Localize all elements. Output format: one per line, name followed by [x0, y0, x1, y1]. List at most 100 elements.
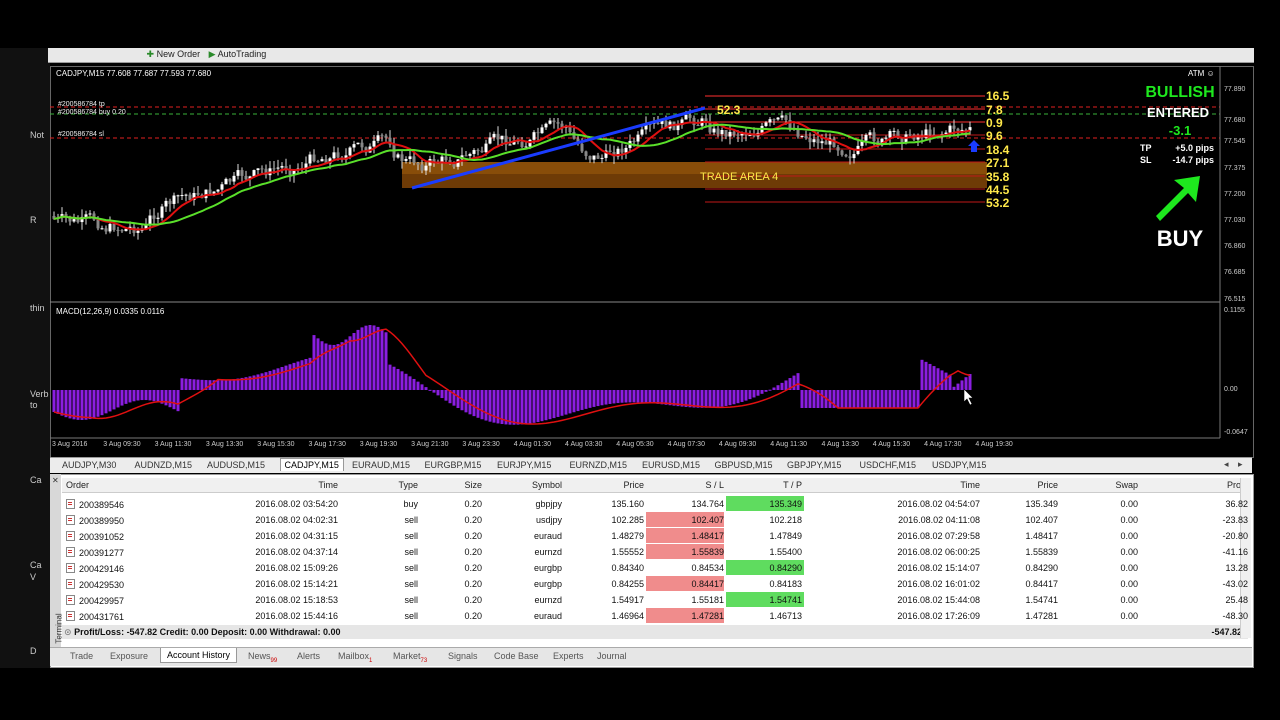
time-tick: 3 Aug 2016	[52, 441, 88, 448]
tab-label: Signals	[448, 651, 478, 661]
macd-histogram-bar	[516, 390, 520, 425]
symbol-tab[interactable]: AUDNZD,M15	[135, 460, 193, 470]
cell-text: 1.55839	[691, 547, 724, 557]
cell-text: 25.48	[1225, 595, 1248, 605]
terminal-tab[interactable]: Exposure	[110, 651, 148, 661]
autotrading-button[interactable]: ▶ AutoTrading	[209, 49, 267, 60]
cell-ctime: 2016.08.02 07:29:58	[822, 531, 980, 541]
macd-histogram-bar	[592, 390, 596, 407]
macd-histogram-bar	[164, 390, 168, 406]
column-header[interactable]: T / P	[742, 480, 802, 490]
terminal-close-icon[interactable]: ✕	[52, 476, 59, 485]
cell-symbol: euraud	[482, 531, 562, 541]
cell-profit: -20.80	[1182, 531, 1248, 541]
cell-swap: 0.00	[1072, 499, 1138, 509]
table-row[interactable]: 200429957 2016.08.02 15:18:53 sell 0.20 eurn…	[62, 592, 1248, 608]
table-row[interactable]: 200429146 2016.08.02 15:09:26 sell 0.20 eurg…	[62, 560, 1248, 576]
candle-body	[312, 154, 316, 162]
macd-histogram-bar	[548, 390, 552, 420]
column-header[interactable]: Time	[822, 480, 980, 490]
table-row[interactable]: 200389950 2016.08.02 04:02:31 sell 0.20 usdj…	[62, 512, 1248, 528]
macd-histogram-bar	[216, 380, 220, 390]
symbol-tab[interactable]: EURNZD,M15	[570, 460, 628, 470]
macd-histogram-bar	[716, 390, 720, 408]
symbol-tab[interactable]: GBPJPY,M15	[787, 460, 841, 470]
cell-swap: 0.00	[1072, 563, 1138, 573]
macd-histogram-bar	[904, 390, 908, 408]
cell-tp: 1.55400	[742, 547, 802, 557]
table-row[interactable]: 200429530 2016.08.02 15:14:21 sell 0.20 eurg…	[62, 576, 1248, 592]
macd-histogram-bar	[52, 390, 56, 412]
column-header[interactable]: Swap	[1072, 480, 1138, 490]
column-header[interactable]: Price	[992, 480, 1058, 490]
terminal-tab[interactable]: Signals	[448, 651, 478, 661]
symbol-tab[interactable]: EURUSD,M15	[642, 460, 700, 470]
macd-histogram-bar	[632, 390, 636, 403]
cell-text: -48.30	[1222, 611, 1248, 621]
terminal-tab[interactable]: Account History	[160, 648, 238, 663]
cell-symbol: usdjpy	[482, 515, 562, 525]
time-tick: 3 Aug 23:30	[462, 441, 500, 448]
candle-body	[424, 165, 428, 171]
column-header[interactable]: Symbol	[482, 480, 562, 490]
new-order-icon: ✚	[146, 49, 155, 59]
cell-text: 0.00	[1120, 579, 1138, 589]
column-header[interactable]: S / L	[662, 480, 724, 490]
terminal-tab[interactable]: Code Base	[494, 651, 539, 661]
cell-text: sell	[404, 595, 418, 605]
terminal-tab[interactable]: Journal	[597, 651, 627, 661]
macd-histogram-bar	[100, 390, 104, 416]
symbol-tab[interactable]: AUDJPY,M30	[62, 460, 116, 470]
macd-histogram-bar	[120, 390, 124, 406]
new-order-button[interactable]: ✚ New Order	[147, 49, 201, 60]
candle-body	[844, 154, 848, 157]
time-tick: 3 Aug 19:30	[359, 441, 398, 448]
column-header[interactable]: Size	[442, 480, 482, 490]
table-row[interactable]: 200391052 2016.08.02 04:31:15 sell 0.20 eura…	[62, 528, 1248, 544]
symbol-tab[interactable]: EURJPY,M15	[497, 460, 551, 470]
column-header[interactable]: Profit	[1182, 480, 1248, 490]
symbol-tab[interactable]: EURGBP,M15	[425, 460, 482, 470]
macd-histogram-bar	[792, 375, 796, 390]
macd-histogram-bar	[896, 390, 900, 408]
macd-histogram-bar	[284, 365, 288, 390]
candle-body	[272, 168, 276, 170]
macd-histogram-bar	[192, 379, 196, 390]
background-label: Not	[30, 130, 45, 140]
column-header[interactable]: Time	[182, 480, 338, 490]
terminal-tab[interactable]: Mailbox1	[338, 651, 372, 664]
symbol-tab[interactable]: AUDUSD,M15	[207, 460, 265, 470]
time-tick: 4 Aug 07:30	[667, 441, 705, 448]
table-row[interactable]: 200391277 2016.08.02 04:37:14 sell 0.20 eurn…	[62, 544, 1248, 560]
cell-order: 200391052	[66, 531, 166, 542]
atm-indicator[interactable]: ATM ☺	[1188, 69, 1215, 78]
tab-scroll-left-icon[interactable]: ◂	[1224, 459, 1229, 470]
table-row[interactable]: 200431761 2016.08.02 15:44:16 sell 0.20 eura…	[62, 608, 1248, 624]
symbol-tab[interactable]: USDJPY,M15	[932, 460, 986, 470]
terminal-tab[interactable]: Experts	[553, 651, 584, 661]
terminal-tab[interactable]: Trade	[70, 651, 93, 661]
column-header[interactable]: Price	[582, 480, 644, 490]
table-row[interactable]: 200389546 2016.08.02 03:54:20 buy 0.20 gbpjp…	[62, 496, 1248, 512]
symbol-tab[interactable]: USDCHF,M15	[860, 460, 917, 470]
candle-body	[824, 141, 828, 145]
column-header[interactable]: Order	[66, 480, 166, 490]
time-tick: 4 Aug 15:30	[872, 441, 911, 448]
terminal-tab[interactable]: Alerts	[297, 651, 320, 661]
macd-histogram-bar	[72, 390, 76, 420]
chart-canvas[interactable]	[50, 66, 1252, 456]
candle-body	[160, 206, 164, 218]
tab-scroll-right-icon[interactable]: ▸	[1238, 459, 1243, 470]
symbol-tab[interactable]: CADJPY,M15	[279, 458, 344, 471]
macd-histogram-bar	[780, 382, 784, 390]
symbol-tab[interactable]: GBPUSD,M15	[715, 460, 773, 470]
terminal-tab[interactable]: Market73	[393, 651, 427, 664]
column-header[interactable]: Type	[362, 480, 418, 490]
terminal-tab[interactable]: News99	[248, 651, 277, 664]
cell-text: 0.00	[1120, 563, 1138, 573]
candle-body	[168, 200, 172, 204]
macd-histogram-bar	[228, 379, 232, 390]
cell-tp: 1.54741	[742, 595, 802, 605]
symbol-tab[interactable]: EURAUD,M15	[352, 460, 410, 470]
cell-text: euraud	[533, 531, 562, 541]
